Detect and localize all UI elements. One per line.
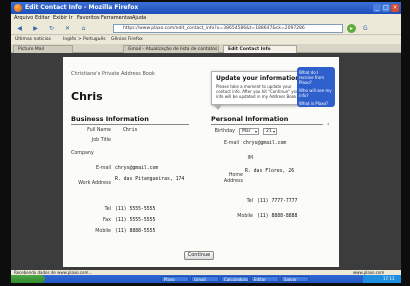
taskbar-item[interactable]: Editar	[251, 276, 279, 282]
menu-bar: Arquivo Editar Exibir Ir Favoritos Ferra…	[11, 14, 401, 22]
clock: 17:13	[383, 276, 395, 281]
business-tel-field[interactable]: (11) 5555-5555	[115, 207, 155, 212]
menu-edit[interactable]: Editar	[35, 15, 50, 21]
window-titlebar: Edit Contact Info - Mozilla Firefox _ □ …	[11, 2, 401, 14]
popup-pointer	[213, 104, 223, 110]
field-label: Fax	[102, 218, 111, 223]
help-link[interactable]: Who will see my info?	[299, 88, 333, 98]
menu-bookmarks[interactable]: Favoritos	[77, 15, 100, 21]
maximize-icon[interactable]: □	[382, 4, 390, 12]
help-links-box: What do I receive from Plaxo? Who will s…	[297, 67, 335, 107]
window-title: Edit Contact Info - Mozilla Firefox	[25, 4, 139, 11]
business-heading: Business Information	[71, 115, 149, 123]
help-link[interactable]: What is Plaxo?	[299, 101, 333, 106]
go-icon[interactable]: ▸	[347, 24, 356, 33]
firefox-icon	[14, 4, 22, 12]
bookmark-item[interactable]: Inglês > Português	[63, 37, 106, 42]
taskbar-item[interactable]: Plaxo	[161, 276, 189, 282]
menu-view[interactable]: Exibir	[53, 15, 67, 21]
search-icon[interactable]: G	[363, 24, 375, 33]
bookmarks-toolbar: Últimas notícias Inglês > Português Gêni…	[11, 36, 401, 44]
birthday-month-select[interactable]: Mar ▾	[239, 128, 259, 135]
back-icon[interactable]: ◀	[15, 24, 24, 33]
job-title-field[interactable]	[123, 138, 183, 144]
reload-icon[interactable]: ↻	[47, 24, 56, 33]
contact-page: Christiane's Private Address Book Chris …	[63, 57, 339, 267]
personal-mobile-field[interactable]: (11) 8888-8888	[257, 214, 297, 219]
contact-name: Chris	[71, 90, 103, 103]
forward-icon[interactable]: ▶	[31, 24, 40, 33]
field-label: Company	[71, 151, 94, 156]
taskbar-item[interactable]: Calculadora	[221, 276, 249, 282]
start-button[interactable]	[11, 275, 45, 283]
field-label: E-mail	[223, 141, 239, 146]
business-divider	[71, 124, 189, 125]
tab-strip: Picture Mail Gmail - Atualização de list…	[11, 44, 401, 53]
url-input[interactable]: https://www.plaxo.com/edit_contact_info?…	[113, 24, 343, 33]
field-label: Job Title	[91, 138, 111, 143]
company-field[interactable]	[123, 151, 183, 157]
popup-title: Update your information	[216, 75, 300, 82]
personal-heading: Personal Information	[211, 115, 289, 123]
birthday-month-value: Mar	[242, 129, 251, 134]
field-label: E-mail	[95, 166, 111, 171]
tab-edit-contact[interactable]: Edit Contact Info	[223, 45, 297, 53]
home-address-field[interactable]: R. das Flores, 26	[245, 169, 294, 174]
menu-file[interactable]: Arquivo	[14, 15, 33, 21]
business-fax-field[interactable]: (11) 5555-5555	[115, 218, 155, 223]
field-label: Birthday	[214, 129, 235, 134]
bookmark-item[interactable]: Últimas notícias	[15, 37, 51, 42]
field-label: Tel	[246, 199, 253, 204]
field-label: Mobile	[95, 229, 111, 234]
menu-tools[interactable]: Ferramentas	[101, 15, 133, 21]
help-link[interactable]: What do I receive from Plaxo?	[299, 70, 333, 85]
business-email-field[interactable]: chrys@gmail.com	[115, 166, 158, 171]
personal-email-field[interactable]: chrys@gmail.com	[243, 141, 286, 146]
personal-divider	[211, 124, 323, 125]
work-address-field[interactable]: R. das Pitangueiras, 174	[115, 177, 184, 182]
birthday-day-select[interactable]: 21 ▾	[263, 128, 277, 135]
monitor-screen: Edit Contact Info - Mozilla Firefox _ □ …	[11, 2, 401, 283]
taskbar-item[interactable]: Gmail	[191, 276, 219, 282]
menu-help[interactable]: Ajuda	[132, 15, 146, 21]
system-tray	[363, 275, 401, 283]
home-icon[interactable]: ⌂	[79, 24, 88, 33]
field-label: Tel	[104, 207, 111, 212]
field-label: Full Name	[87, 128, 111, 133]
field-label: Mobile	[237, 214, 253, 219]
tab-picture-mail[interactable]: Picture Mail	[13, 45, 73, 53]
tab-gmail[interactable]: Gmail - Atualização de lista de contatos	[123, 45, 219, 53]
full-name-field[interactable]: Chris	[123, 128, 137, 133]
navigation-toolbar: ◀ ▶ ↻ ✕ ⌂ https://www.plaxo.com/edit_con…	[11, 22, 401, 35]
chevron-down-icon: ▾	[272, 129, 275, 134]
im-field[interactable]	[257, 156, 307, 162]
field-label: Work Address	[78, 181, 111, 186]
chevron-down-icon: ▾	[254, 129, 257, 134]
birthday-day-value: 21	[266, 129, 272, 134]
personal-tel-field[interactable]: (11) 7777-7777	[257, 199, 297, 204]
field-label: IM	[247, 156, 253, 161]
taskbar-item[interactable]: Salvar	[281, 276, 309, 282]
windows-taskbar: Plaxo Gmail Calculadora Editar Salvar 17…	[11, 275, 401, 283]
close-icon[interactable]: ×	[391, 4, 399, 12]
cursor-marker: ‹	[327, 121, 330, 128]
stop-icon[interactable]: ✕	[63, 24, 72, 33]
update-info-popup: Update your information Please take a mo…	[211, 71, 307, 105]
address-book-heading: Christiane's Private Address Book	[71, 71, 155, 77]
bookmark-item[interactable]: Gênios Firefox	[111, 37, 143, 42]
continue-button[interactable]: Continue	[184, 251, 214, 260]
field-label: Home Address	[223, 173, 243, 184]
business-mobile-field[interactable]: (11) 8888-5555	[115, 229, 155, 234]
browser-content: Christiane's Private Address Book Chris …	[11, 53, 401, 270]
minimize-icon[interactable]: _	[373, 4, 381, 12]
menu-go[interactable]: Ir	[69, 15, 73, 21]
popup-body: Please take a moment to update your cont…	[216, 84, 301, 99]
